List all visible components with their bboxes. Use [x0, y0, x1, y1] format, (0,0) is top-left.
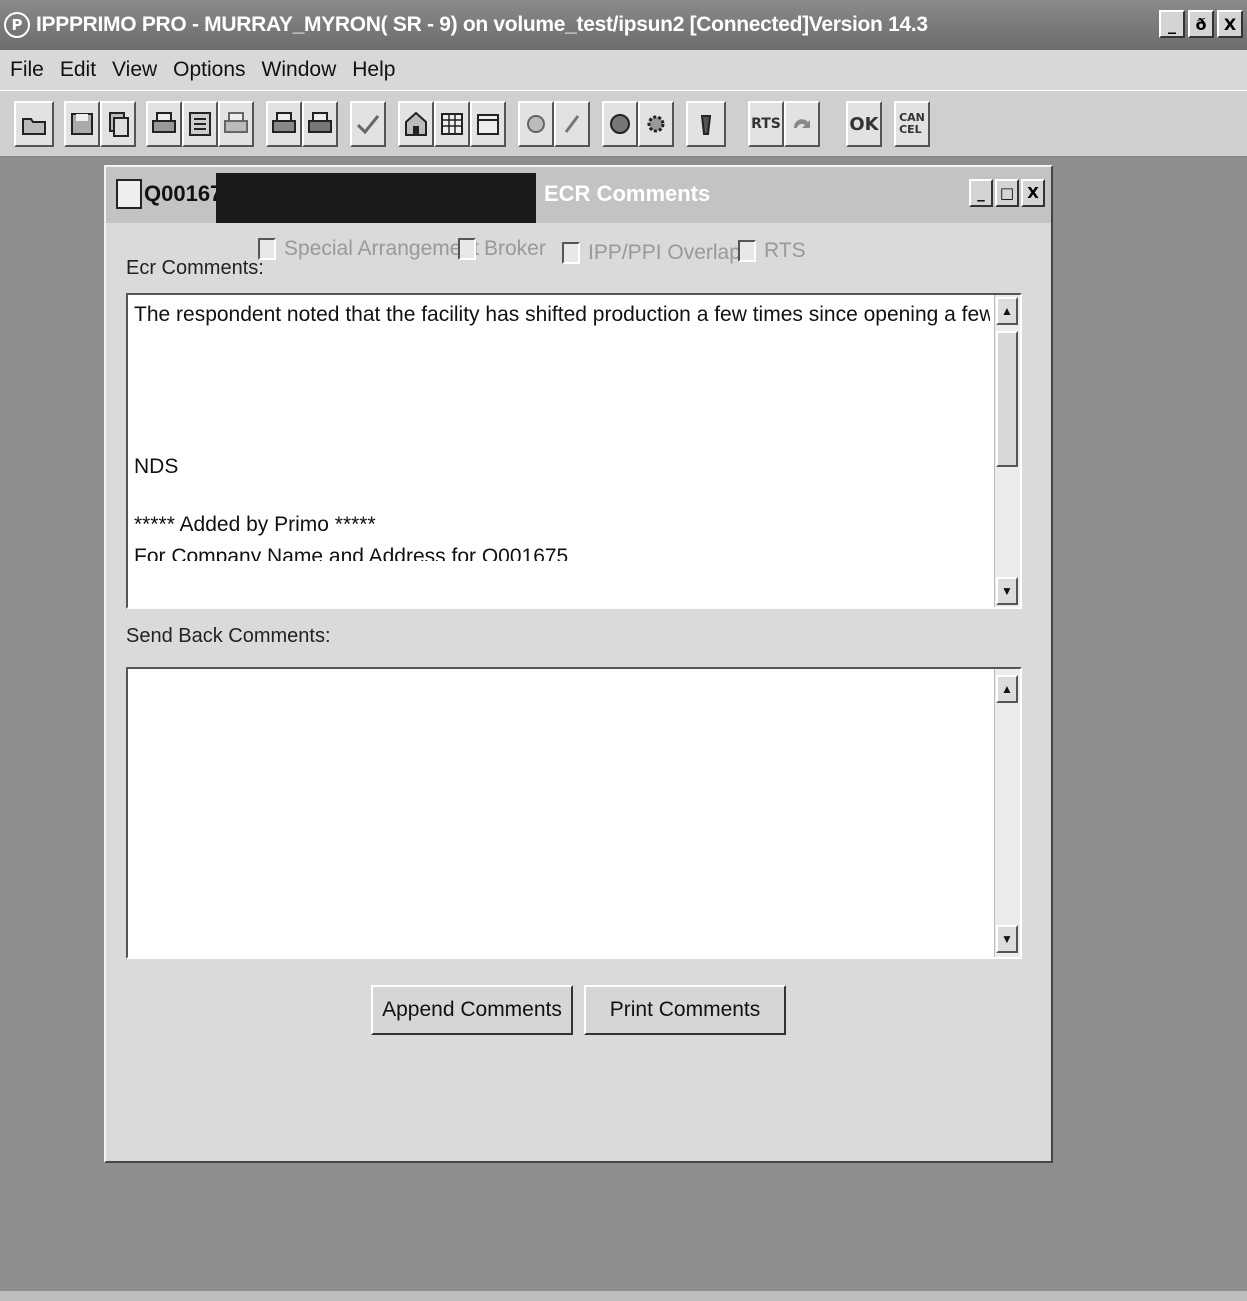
- menu-help[interactable]: Help: [352, 58, 395, 82]
- checkbox-box[interactable]: [738, 240, 756, 262]
- print-form-button[interactable]: [182, 101, 218, 147]
- status-strip: [0, 1291, 1247, 1301]
- tool-a-button[interactable]: [518, 101, 554, 147]
- checkbox-box[interactable]: [562, 242, 580, 264]
- child-window-controls: _ □ X: [969, 179, 1045, 207]
- print-preview-button[interactable]: [218, 101, 254, 147]
- ecr-comment-line-added: ***** Added by Primo *****: [134, 513, 376, 536]
- checkmark-icon: [356, 115, 380, 135]
- menu-window[interactable]: Window: [262, 58, 337, 82]
- print-ch-icon: [272, 112, 296, 133]
- document-icon: [116, 179, 142, 209]
- building-icon: [405, 111, 427, 136]
- app-title: IPPPRIMO PRO - MURRAY_MYRON( SR - 9) on …: [36, 13, 928, 36]
- menu-bar: File Edit View Options Window Help: [0, 50, 1247, 90]
- checkbox-broker[interactable]: Broker: [458, 237, 546, 261]
- app-logo-icon: P: [4, 12, 30, 38]
- scroll-up-arrow-icon[interactable]: ▲: [996, 297, 1018, 325]
- child-minimize-button[interactable]: _: [969, 179, 993, 207]
- copy-button[interactable]: [100, 101, 136, 147]
- open-folder-button[interactable]: [14, 101, 54, 147]
- print-sr-button[interactable]: [302, 101, 338, 147]
- menu-view[interactable]: View: [112, 58, 157, 82]
- copy-icon: [109, 112, 129, 137]
- minimize-button[interactable]: _: [1159, 10, 1185, 38]
- tool-b-icon: [564, 115, 580, 133]
- toolbar: RTS OK CAN CEL: [0, 90, 1247, 158]
- child-maximize-button[interactable]: □: [995, 179, 1019, 207]
- window-title: ECR Comments: [544, 181, 711, 206]
- checkbox-label: IPP/PPI Overlap: [588, 241, 741, 264]
- tool-a-icon: [527, 115, 545, 133]
- restore-button[interactable]: ð: [1188, 10, 1214, 38]
- checkbox-label: Broker: [484, 237, 546, 260]
- menu-edit[interactable]: Edit: [60, 58, 96, 82]
- tool-c-button[interactable]: [602, 101, 638, 147]
- tool-e-button[interactable]: [686, 101, 726, 147]
- checkbox-label: Special Arrangement: [284, 237, 479, 260]
- checkbox-rts[interactable]: RTS: [738, 239, 806, 263]
- scroll-down-arrow-icon[interactable]: ▼: [996, 925, 1018, 953]
- cancel-button[interactable]: CAN CEL: [894, 101, 930, 147]
- ecr-comments-label: Ecr Comments:: [126, 257, 264, 279]
- rts-button[interactable]: RTS: [748, 101, 784, 147]
- scroll-up-arrow-icon[interactable]: ▲: [996, 675, 1018, 703]
- tool-c-icon: [610, 114, 630, 134]
- checkbox-ipp-ppi-overlap[interactable]: IPP/PPI Overlap: [562, 241, 741, 265]
- child-title-bar: Q001675 ECR Comments _ □ X: [106, 167, 1051, 223]
- scroll-down-arrow-icon[interactable]: ▼: [996, 577, 1018, 605]
- calendar-icon: [477, 114, 499, 135]
- checkbox-special-arrangement[interactable]: Special Arrangement: [258, 237, 479, 261]
- check-button[interactable]: [350, 101, 386, 147]
- send-back-comments-textarea[interactable]: ▲ ▼: [126, 667, 1022, 959]
- redo-button[interactable]: [784, 101, 820, 147]
- checkbox-box[interactable]: [458, 238, 476, 260]
- grid-icon: [441, 113, 463, 135]
- print-ch-button[interactable]: [266, 101, 302, 147]
- print-comments-button[interactable]: Print Comments: [584, 985, 786, 1035]
- building-button[interactable]: [398, 101, 434, 147]
- open-folder-icon: [22, 118, 46, 135]
- print-button[interactable]: [146, 101, 182, 147]
- ecr-comment-line-nds: NDS: [134, 455, 179, 478]
- send-back-scrollbar[interactable]: ▲ ▼: [994, 669, 1020, 957]
- tool-b-button[interactable]: [554, 101, 590, 147]
- print-sr-icon: [308, 112, 332, 133]
- append-comments-button[interactable]: Append Comments: [371, 985, 573, 1035]
- app-title-bar: P IPPPRIMO PRO - MURRAY_MYRON( SR - 9) o…: [0, 0, 1247, 50]
- menu-file[interactable]: File: [10, 58, 44, 82]
- grid-button[interactable]: [434, 101, 470, 147]
- save-icon: [71, 113, 93, 135]
- ecr-comments-textarea[interactable]: The respondent noted that the facility h…: [126, 293, 1022, 609]
- ecr-scrollbar[interactable]: ▲ ▼: [994, 295, 1020, 607]
- menu-options[interactable]: Options: [173, 58, 245, 82]
- tool-d-button[interactable]: [638, 101, 674, 147]
- child-close-button[interactable]: X: [1021, 179, 1045, 207]
- send-back-comments-label: Send Back Comments:: [126, 625, 331, 647]
- redaction-block: [216, 173, 536, 223]
- calendar-button[interactable]: [470, 101, 506, 147]
- app-window-controls: _ ð X: [1159, 10, 1243, 38]
- ecr-comments-window: Q001675 ECR Comments _ □ X Special Arran…: [104, 165, 1053, 1163]
- print-preview-icon: [224, 112, 248, 133]
- ecr-comment-line-1: The respondent noted that the facility h…: [134, 303, 990, 326]
- gear-icon: [647, 115, 665, 133]
- redaction-block: [128, 339, 1018, 435]
- scroll-thumb[interactable]: [996, 331, 1018, 467]
- printer-icon: [152, 112, 176, 133]
- redaction-block: [128, 561, 994, 607]
- checkbox-label: RTS: [764, 239, 806, 262]
- pepper-icon: [700, 115, 712, 135]
- close-button[interactable]: X: [1217, 10, 1243, 38]
- ok-button[interactable]: OK: [846, 101, 882, 147]
- save-button[interactable]: [64, 101, 100, 147]
- print-form-icon: [189, 112, 211, 136]
- redo-icon: [793, 119, 810, 128]
